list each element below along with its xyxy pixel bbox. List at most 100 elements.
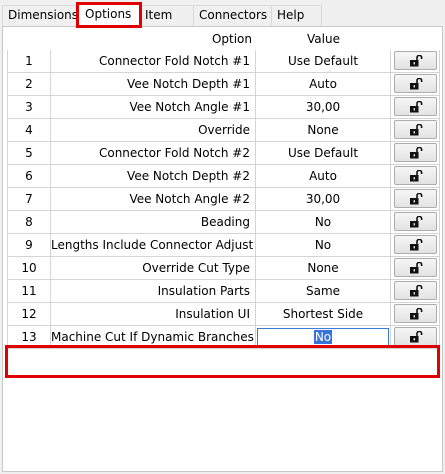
unlocked-padlock-icon (410, 285, 423, 297)
option-name: Vee Notch Angle #2 (51, 188, 256, 211)
lock-cell (391, 165, 440, 188)
option-name: Override Cut Type (51, 257, 256, 280)
option-name: Vee Notch Angle #1 (51, 96, 256, 119)
unlocked-padlock-icon (410, 308, 423, 320)
lock-button[interactable] (394, 258, 437, 277)
row-number: 6 (7, 165, 51, 188)
lock-cell (391, 280, 440, 303)
lock-button[interactable] (394, 166, 437, 185)
lock-cell (391, 142, 440, 165)
option-value: None (307, 123, 339, 137)
table-row[interactable]: 8 Beading No (7, 211, 440, 234)
option-value-cell[interactable]: 30,00 (256, 188, 391, 211)
option-name: Beading (51, 211, 256, 234)
row-number: 12 (7, 303, 51, 326)
option-name: Connector Fold Notch #1 (51, 50, 256, 73)
option-value: 30,00 (305, 100, 341, 114)
option-value-cell[interactable]: 30,00 (256, 96, 391, 119)
lock-button[interactable] (394, 189, 437, 208)
tab-dimensions[interactable]: Dimensions (2, 5, 81, 26)
option-name: Vee Notch Depth #1 (51, 73, 256, 96)
row-number: 1 (7, 50, 51, 73)
lock-cell (391, 257, 440, 280)
lock-cell (391, 50, 440, 73)
unlocked-padlock-icon (410, 262, 423, 274)
option-column-header[interactable]: Option (51, 28, 256, 50)
row-number: 7 (7, 188, 51, 211)
lock-button[interactable] (394, 74, 437, 93)
option-value-cell[interactable]: Use Default (256, 50, 391, 73)
lock-button[interactable] (394, 97, 437, 116)
lock-button[interactable] (394, 235, 437, 254)
option-value-cell[interactable]: No (256, 211, 391, 234)
lock-cell (391, 211, 440, 234)
highlight-box (5, 345, 440, 378)
option-name: Connector Fold Notch #2 (51, 142, 256, 165)
table-row[interactable]: 4 Override None (7, 119, 440, 142)
lock-cell (391, 96, 440, 119)
table-row[interactable]: 7 Vee Notch Angle #2 30,00 (7, 188, 440, 211)
table-row[interactable]: 10 Override Cut Type None (7, 257, 440, 280)
unlocked-padlock-icon (410, 101, 423, 113)
option-value-cell[interactable]: None (256, 119, 391, 142)
tab-help[interactable]: Help (271, 5, 322, 26)
option-value-cell[interactable]: None (256, 257, 391, 280)
unlocked-padlock-icon (410, 193, 423, 205)
tab-item[interactable]: Item (139, 5, 195, 26)
table-row[interactable]: 12 Insulation UI Shortest Side (7, 303, 440, 326)
lock-button[interactable] (394, 281, 437, 300)
option-name: Machine Cut If Dynamic Branches (51, 326, 256, 349)
selected-value-text: No (313, 330, 333, 344)
lock-cell (391, 73, 440, 96)
lock-cell (391, 119, 440, 142)
option-name: Insulation Parts (51, 280, 256, 303)
option-value-cell[interactable]: No (256, 326, 391, 349)
tab-options[interactable]: Options (76, 2, 142, 28)
table-row[interactable]: 2 Vee Notch Depth #1 Auto (7, 73, 440, 96)
row-number: 3 (7, 96, 51, 119)
lock-button[interactable] (394, 143, 437, 162)
row-number: 13 (7, 326, 51, 349)
lock-button[interactable] (394, 51, 437, 70)
table-row[interactable]: 3 Vee Notch Angle #1 30,00 (7, 96, 440, 119)
option-name: Insulation UI (51, 303, 256, 326)
lock-cell (391, 326, 440, 349)
option-value: Use Default (287, 54, 359, 68)
option-value-cell[interactable]: Shortest Side (256, 303, 391, 326)
option-value-cell[interactable]: Same (256, 280, 391, 303)
row-number: 10 (7, 257, 51, 280)
table-row[interactable]: 9 Lengths Include Connector Adjust No (7, 234, 440, 257)
unlocked-padlock-icon (410, 55, 423, 67)
option-value: Auto (309, 77, 337, 91)
unlocked-padlock-icon (410, 78, 423, 90)
lock-cell (391, 234, 440, 257)
properties-window: Dimensions Item Connectors Help Options … (0, 0, 445, 474)
row-number: 11 (7, 280, 51, 303)
value-edit-field[interactable]: No (257, 328, 389, 346)
options-panel: Option Value 1 Connector Fold Notch #1 Use… (2, 26, 443, 472)
table-row[interactable]: 1 Connector Fold Notch #1 Use Default (7, 50, 440, 73)
unlocked-padlock-icon (410, 147, 423, 159)
lock-button[interactable] (394, 327, 437, 346)
unlocked-padlock-icon (410, 124, 423, 136)
option-value-cell[interactable]: No (256, 234, 391, 257)
lock-button[interactable] (394, 304, 437, 323)
option-value-cell[interactable]: Auto (256, 165, 391, 188)
tab-bar: Dimensions Item Connectors Help Options (2, 2, 443, 28)
value-column-header[interactable]: Value (256, 28, 391, 50)
table-row[interactable]: 13 Machine Cut If Dynamic Branches No (7, 326, 440, 349)
tab-connectors[interactable]: Connectors (193, 5, 272, 26)
option-value-cell[interactable]: Use Default (256, 142, 391, 165)
lock-button[interactable] (394, 212, 437, 231)
table-row[interactable]: 6 Vee Notch Depth #2 Auto (7, 165, 440, 188)
lock-cell (391, 303, 440, 326)
option-value: Auto (309, 169, 337, 183)
unlocked-padlock-icon (410, 216, 423, 228)
table-row[interactable]: 11 Insulation Parts Same (7, 280, 440, 303)
option-value-cell[interactable]: Auto (256, 73, 391, 96)
option-value: None (307, 261, 339, 275)
option-value: Use Default (287, 146, 359, 160)
lock-button[interactable] (394, 120, 437, 139)
table-row[interactable]: 5 Connector Fold Notch #2 Use Default (7, 142, 440, 165)
option-value: 30,00 (305, 192, 341, 206)
